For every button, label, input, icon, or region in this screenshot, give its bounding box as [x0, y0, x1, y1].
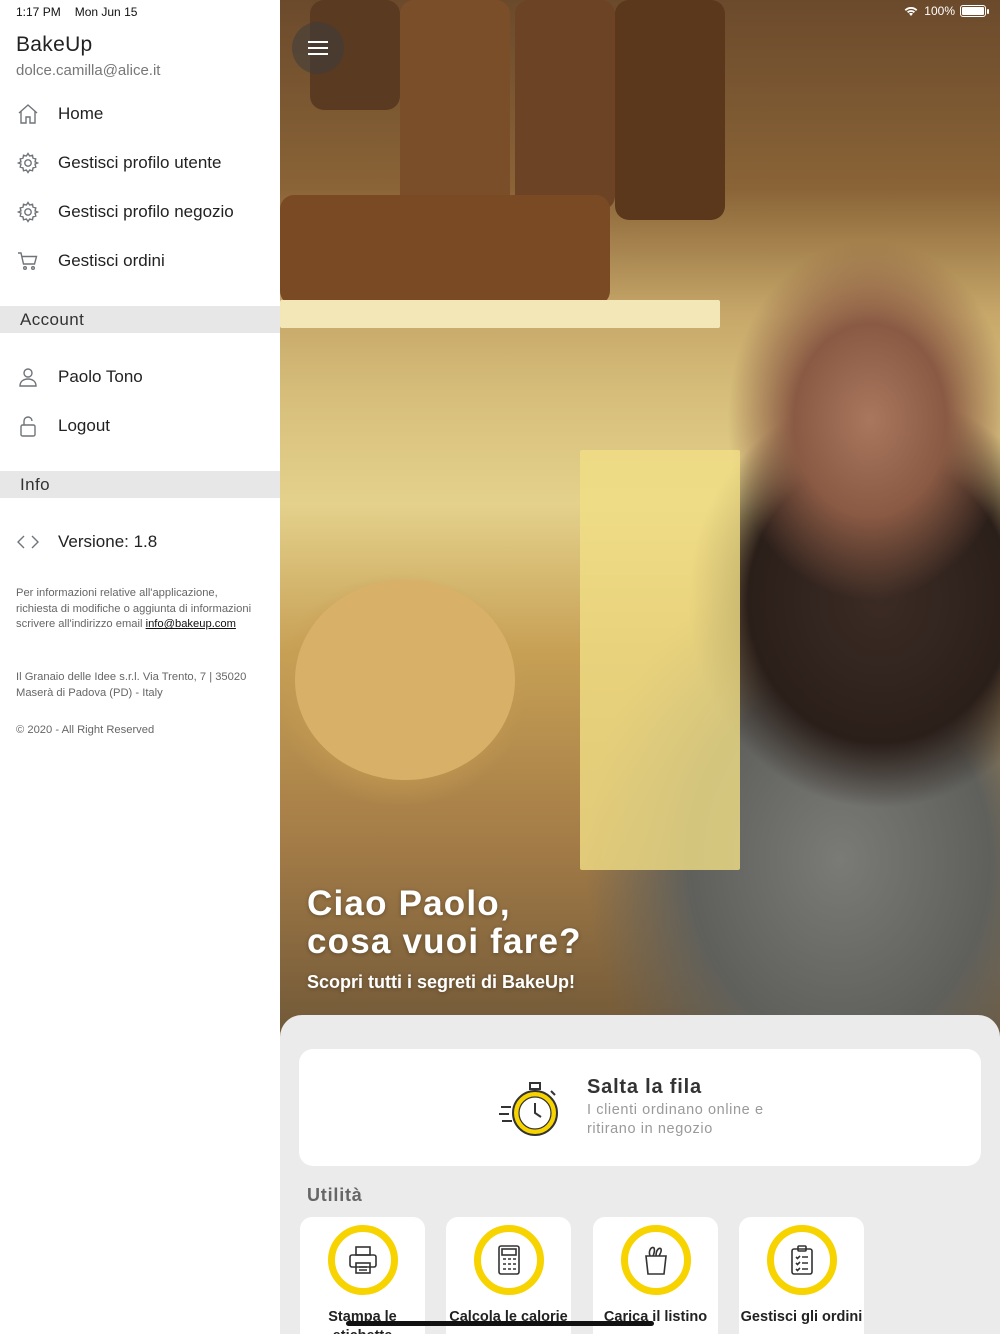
sidebar-item-logout[interactable]: Logout — [0, 404, 280, 448]
salta-la-fila-card[interactable]: Salta la fila I clienti ordinano online … — [299, 1049, 981, 1166]
sidebar-item-label: Home — [58, 104, 104, 123]
hero-title: Ciao Paolo, cosa vuoi fare? — [307, 884, 582, 961]
sidebar: BakeUp dolce.camilla@alice.it Home Gesti… — [0, 0, 280, 1334]
sidebar-item-gestisci-profilo-utente[interactable]: Gestisci profilo utente — [0, 141, 280, 185]
status-date: Mon Jun 15 — [74, 5, 138, 19]
hero-image: Ciao Paolo, cosa vuoi fare? Scopri tutti… — [280, 0, 1000, 1050]
wifi-icon — [904, 7, 918, 16]
utility-stampa-etichette[interactable]: Stampa le etichette — [300, 1217, 425, 1334]
sidebar-item-label: Gestisci profilo negozio — [58, 202, 234, 221]
sidebar-item-label: Gestisci ordini — [58, 251, 165, 270]
user-icon — [19, 368, 37, 387]
status-bar-right: 100% — [903, 4, 989, 18]
printer-icon — [349, 1246, 377, 1274]
actions-panel: Salta la fila I clienti ordinano online … — [280, 1015, 1000, 1334]
info-contact-text: Per informazioni relative all'applicazio… — [16, 587, 252, 631]
home-icon — [18, 104, 38, 124]
status-bar-left: 1:17 PM Mon Jun 15 — [16, 5, 151, 19]
sidebar-item-profile[interactable]: Paolo Tono — [0, 355, 280, 399]
utility-label: Gestisci gli ordini — [740, 1309, 863, 1325]
battery-percent: 100% — [924, 4, 955, 18]
hero-subtitle: Scopri tutti i segreti di BakeUp! — [307, 972, 576, 992]
sidebar-item-gestisci-profilo-negozio[interactable]: Gestisci profilo negozio — [0, 190, 280, 234]
info-email-link[interactable]: info@bakeup.com — [146, 618, 236, 630]
sidebar-item-label: Paolo Tono — [58, 367, 143, 386]
stopwatch-icon — [499, 1082, 558, 1136]
cart-icon — [18, 252, 38, 271]
sidebar-item-label: Logout — [58, 416, 110, 435]
account-section-header: Account — [0, 306, 280, 333]
unlock-icon — [20, 416, 36, 437]
gear-icon — [16, 152, 40, 174]
battery-icon — [960, 5, 989, 17]
code-icon — [17, 535, 39, 549]
home-indicator[interactable] — [346, 1321, 654, 1326]
bread-bag-icon — [645, 1246, 667, 1275]
sidebar-item-home[interactable]: Home — [0, 92, 280, 136]
calculator-icon — [498, 1245, 520, 1275]
utilita-heading: Utilità — [307, 1185, 363, 1205]
version-label: Versione: 1.8 — [58, 532, 158, 551]
sidebar-item-gestisci-ordini[interactable]: Gestisci ordini — [0, 239, 280, 283]
sidebar-item-version: Versione: 1.8 — [0, 520, 280, 564]
status-time: 1:17 PM — [16, 5, 61, 19]
copyright: © 2020 - All Right Reserved — [16, 724, 155, 736]
clipboard-icon — [791, 1245, 813, 1275]
info-section-header: Info — [0, 471, 280, 498]
gear-icon — [16, 201, 40, 223]
utility-calcola-calorie[interactable]: Calcola le calorie — [446, 1217, 571, 1334]
hamburger-icon — [308, 47, 328, 49]
user-email: dolce.camilla@alice.it — [16, 62, 161, 79]
salta-description: I clienti ordinano online e ritirano in … — [587, 1102, 764, 1137]
sidebar-item-label: Gestisci profilo utente — [58, 153, 222, 172]
app-brand: BakeUp — [16, 33, 93, 56]
utility-carica-listino[interactable]: Carica il listino — [593, 1217, 718, 1334]
company-address: Il Granaio delle Idee s.r.l. Via Trento,… — [16, 671, 247, 699]
utility-gestisci-ordini[interactable]: Gestisci gli ordini — [739, 1217, 864, 1334]
menu-button[interactable] — [292, 22, 344, 74]
salta-title: Salta la fila — [587, 1076, 702, 1098]
